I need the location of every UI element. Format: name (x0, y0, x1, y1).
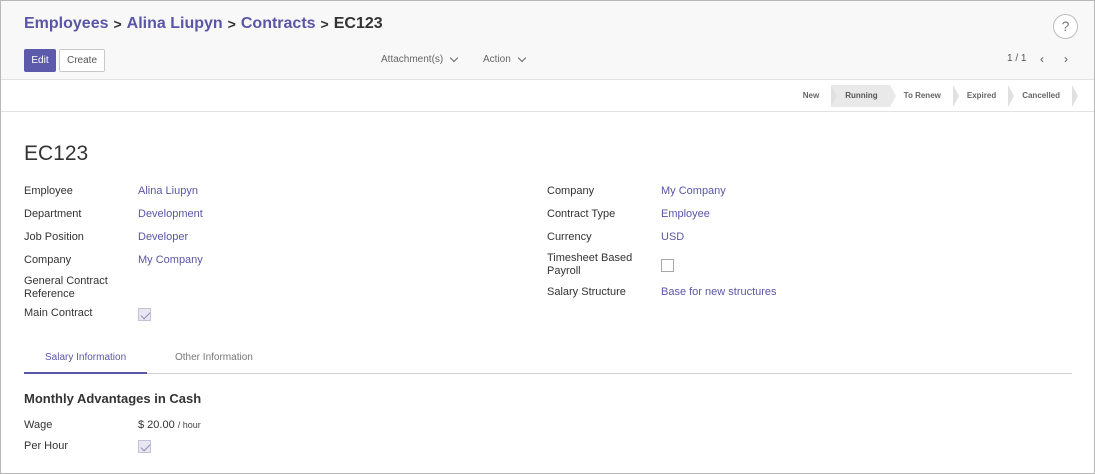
main-contract-checkbox[interactable] (138, 308, 151, 321)
company-field[interactable]: My Company (138, 254, 203, 266)
chevron-down-icon (450, 53, 459, 63)
contract-title: EC123 (24, 142, 89, 165)
breadcrumb-contracts[interactable]: Contracts (241, 15, 316, 33)
breadcrumb-employee-name[interactable]: Alina Liupyn (127, 15, 223, 33)
breadcrumb-employees[interactable]: Employees (24, 15, 108, 33)
employee-field[interactable]: Alina Liupyn (138, 185, 198, 197)
control-panel: Employees > Alina Liupyn > Contracts > E… (1, 1, 1094, 80)
salary-structure-field[interactable]: Base for new structures (661, 286, 777, 298)
help-button[interactable]: ? (1053, 14, 1078, 39)
company-label: Company (24, 254, 72, 266)
breadcrumb-current: EC123 (333, 15, 383, 32)
tab-salary-information[interactable]: Salary Information (24, 341, 148, 374)
salary-structure-label: Salary Structure (547, 286, 626, 298)
action-label: Action (483, 54, 511, 65)
timesheet-payroll-label: Timesheet Based Payroll (547, 252, 632, 278)
attachments-dropdown[interactable]: Attachment(s) (381, 53, 459, 65)
employee-label: Employee (24, 185, 73, 197)
edit-button[interactable]: Edit (24, 49, 56, 72)
right-company-field[interactable]: My Company (661, 185, 726, 197)
currency-label: Currency (547, 231, 592, 243)
department-label: Department (24, 208, 82, 220)
attachments-label: Attachment(s) (381, 54, 444, 65)
wage-amount: $ 20.00 (138, 419, 175, 431)
pager-value[interactable]: 1 / 1 (1007, 53, 1026, 64)
chevron-left-icon[interactable]: ‹ (1035, 52, 1049, 66)
timesheet-payroll-label-line1: Timesheet Based (547, 252, 633, 264)
timesheet-payroll-checkbox[interactable] (661, 259, 674, 272)
timesheet-payroll-label-line2: Payroll (547, 265, 581, 277)
breadcrumb-separator: > (227, 16, 236, 32)
breadcrumb-separator: > (113, 16, 122, 32)
stage-to-renew[interactable]: To Renew (889, 85, 960, 107)
general-contract-reference-label-line1: General Contract (24, 275, 108, 287)
right-company-label: Company (547, 185, 595, 197)
create-button[interactable]: Create (59, 49, 105, 72)
per-hour-checkbox[interactable] (138, 440, 151, 453)
per-hour-label: Per Hour (24, 440, 69, 452)
contract-type-label: Contract Type (547, 208, 616, 220)
main-contract-label: Main Contract (24, 307, 93, 319)
stage-running[interactable]: Running (831, 85, 897, 107)
currency-field[interactable]: USD (661, 231, 684, 243)
tab-other-information[interactable]: Other Information (154, 341, 274, 374)
stage-cancelled[interactable]: Cancelled (1008, 85, 1078, 107)
general-contract-reference-label: General Contract Reference (24, 275, 108, 301)
action-dropdown[interactable]: Action (483, 53, 527, 65)
wage-field[interactable]: $ 20.00 / hour (138, 419, 201, 431)
chevron-right-icon[interactable]: › (1059, 52, 1073, 66)
department-field[interactable]: Development (138, 208, 203, 220)
chevron-down-icon (517, 53, 527, 63)
monthly-advantages-title: Monthly Advantages in Cash (24, 391, 202, 406)
contract-type-field[interactable]: Employee (661, 208, 710, 220)
job-position-field[interactable]: Developer (138, 231, 188, 243)
status-stages: New Running To Renew Expired Cancelled (788, 85, 1078, 107)
breadcrumb: Employees > Alina Liupyn > Contracts > E… (24, 15, 383, 33)
stage-new[interactable]: New (788, 85, 838, 107)
general-contract-reference-label-line2: Reference (24, 288, 75, 300)
stage-expired[interactable]: Expired (952, 85, 1015, 107)
job-position-label: Job Position (24, 231, 84, 243)
breadcrumb-separator: > (320, 16, 329, 32)
wage-label: Wage (24, 419, 53, 431)
wage-unit: / hour (177, 420, 201, 430)
form-tabs: Salary Information Other Information (24, 341, 1072, 374)
statusbar: New Running To Renew Expired Cancelled (1, 81, 1094, 112)
